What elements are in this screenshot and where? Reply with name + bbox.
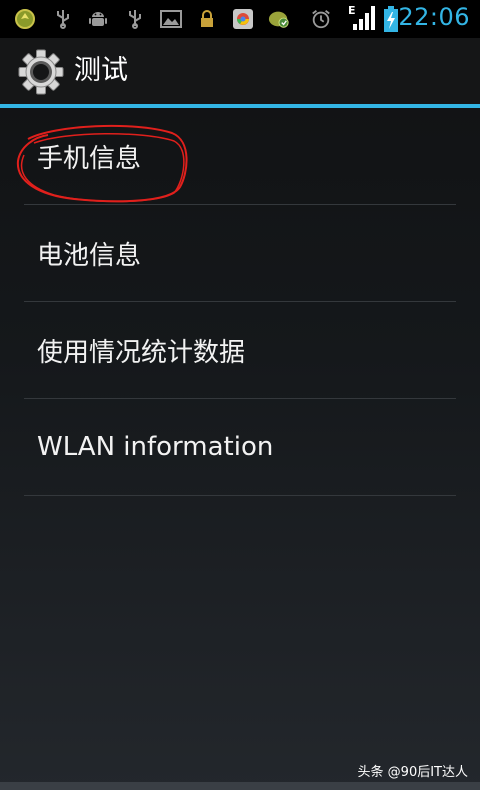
action-bar: 测试	[0, 38, 480, 104]
watermark: 头条 @90后IT达人	[357, 765, 468, 780]
app-icon	[232, 8, 254, 30]
download-icon	[268, 8, 290, 30]
list-item-phone-info[interactable]: 手机信息	[16, 108, 456, 205]
lock-icon	[196, 8, 218, 30]
battery-charging-icon	[383, 5, 399, 33]
list-item-battery-info[interactable]: 电池信息	[24, 205, 456, 302]
list-item-usage-stats[interactable]: 使用情况统计数据	[24, 302, 456, 399]
list-item-label: 手机信息	[37, 143, 142, 174]
network-type-label: E	[348, 4, 356, 17]
page-title: 测试	[74, 55, 128, 86]
usb-icon	[52, 8, 74, 30]
android-debug-icon	[87, 8, 109, 30]
screen: E 22:06 测试 手机信息 电池信息 使用情况统计数据 WLAN infor…	[0, 0, 480, 790]
list-item-label: WLAN information	[37, 432, 274, 462]
list-item-label: 使用情况统计数据	[37, 337, 246, 368]
settings-list: 手机信息 电池信息 使用情况统计数据 WLAN information	[16, 108, 456, 496]
image-icon	[160, 8, 182, 30]
alarm-icon	[310, 8, 332, 30]
signal-icon: E	[347, 4, 377, 32]
list-item-wlan-info[interactable]: WLAN information	[24, 399, 456, 496]
app-notification-icon	[14, 8, 36, 30]
gear-icon[interactable]	[18, 49, 64, 95]
list-item-label: 电池信息	[37, 240, 142, 271]
bottom-strip	[0, 782, 480, 790]
usb-icon	[124, 8, 146, 30]
status-bar: E 22:06	[0, 0, 480, 38]
clock: 22:06	[398, 3, 470, 31]
